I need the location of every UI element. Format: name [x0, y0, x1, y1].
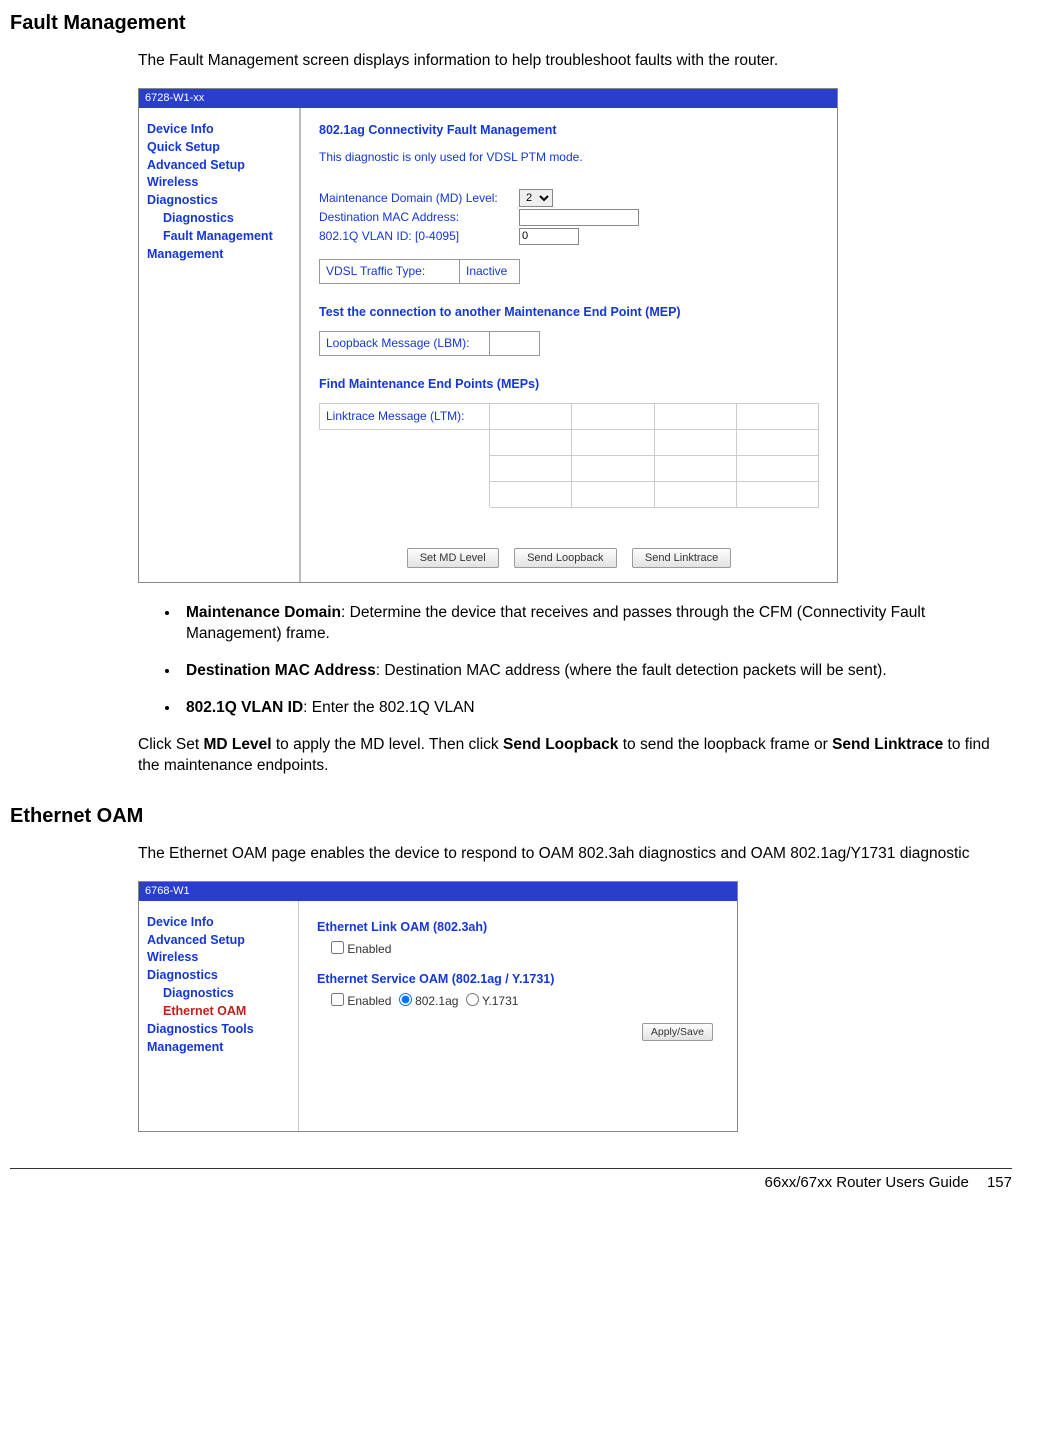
intro-oam: The Ethernet OAM page enables the device… — [138, 844, 1012, 865]
main-subtext: This diagnostic is only used for VDSL PT… — [319, 149, 819, 165]
sidebar2-diagnostics[interactable]: Diagnostics — [147, 967, 290, 984]
bullet-vlan-text: : Enter the 802.1Q VLAN — [303, 699, 474, 716]
sidebar2-ethernet-oam[interactable]: Ethernet OAM — [163, 1003, 290, 1020]
radio-8021ag-label: 802.1ag — [415, 994, 458, 1008]
dest-mac-input[interactable] — [519, 209, 639, 226]
lbm-table: Loopback Message (LBM): — [319, 331, 540, 356]
sidebar-item-diagnostics-sub[interactable]: Diagnostics — [163, 210, 291, 227]
link-oam-heading: Ethernet Link OAM (802.3ah) — [317, 919, 719, 936]
sidebar2-diag-tools[interactable]: Diagnostics Tools — [147, 1021, 290, 1038]
sidebar2-device-info[interactable]: Device Info — [147, 914, 290, 931]
bullet-list: Maintenance Domain: Determine the device… — [180, 603, 1012, 719]
click-t3: to send the loopback frame or — [618, 736, 832, 753]
ltm-label: Linktrace Message (LTM): — [320, 403, 490, 429]
bullet-vlan-id: 802.1Q VLAN ID: Enter the 802.1Q VLAN — [180, 698, 1012, 719]
click-t2: to apply the MD level. Then click — [272, 736, 503, 753]
sidebar: Device Info Quick Setup Advanced Setup W… — [139, 108, 301, 583]
find-heading: Find Maintenance End Points (MEPs) — [319, 376, 819, 393]
window-title: 6728-W1-xx — [139, 89, 837, 108]
md-level-select[interactable]: 2 — [519, 189, 553, 207]
screenshot-fault-management: 6728-W1-xx Device Info Quick Setup Advan… — [138, 88, 838, 584]
set-md-level-button[interactable]: Set MD Level — [407, 548, 499, 569]
sidebar-item-device-info[interactable]: Device Info — [147, 121, 291, 138]
vlan-id-input[interactable] — [519, 228, 579, 245]
send-loopback-button[interactable]: Send Loopback — [514, 548, 616, 569]
bullet-mac-label: Destination MAC Address — [186, 662, 376, 679]
radio-y1731-label: Y.1731 — [482, 994, 519, 1008]
page-footer: 66xx/67xx Router Users Guide 157 — [10, 1173, 1012, 1193]
apply-save-button[interactable]: Apply/Save — [642, 1023, 713, 1041]
footer-guide-title: 66xx/67xx Router Users Guide — [765, 1174, 969, 1191]
main-heading: 802.1ag Connectivity Fault Management — [319, 122, 819, 139]
lbm-value — [490, 331, 540, 355]
click-b3: Send Linktrace — [832, 736, 943, 753]
test-heading: Test the connection to another Maintenan… — [319, 304, 819, 321]
radio-y1731[interactable] — [466, 993, 479, 1006]
link-oam-enabled-label: Enabled — [347, 942, 391, 956]
heading-ethernet-oam: Ethernet OAM — [10, 803, 1012, 830]
button-row: Set MD Level Send Loopback Send Linktrac… — [319, 548, 819, 569]
send-linktrace-button[interactable]: Send Linktrace — [632, 548, 731, 569]
heading-fault-management: Fault Management — [10, 10, 1012, 37]
traffic-type-value: Inactive — [460, 259, 520, 283]
click-b2: Send Loopback — [503, 736, 618, 753]
lbm-label: Loopback Message (LBM): — [320, 331, 490, 355]
main-panel-2: Ethernet Link OAM (802.3ah) Enabled Ethe… — [299, 901, 737, 1131]
traffic-type-table: VDSL Traffic Type: Inactive — [319, 259, 520, 284]
dest-mac-label: Destination MAC Address: — [319, 209, 519, 225]
traffic-type-label: VDSL Traffic Type: — [320, 259, 460, 283]
sidebar-item-fault-management[interactable]: Fault Management — [163, 228, 291, 245]
sidebar-item-diagnostics[interactable]: Diagnostics — [147, 192, 291, 209]
service-oam-enabled-label: Enabled — [347, 994, 391, 1008]
main-panel: 802.1ag Connectivity Fault Management Th… — [301, 108, 837, 583]
window-title-2: 6768-W1 — [139, 882, 737, 901]
sidebar-item-quick-setup[interactable]: Quick Setup — [147, 139, 291, 156]
bullet-vlan-label: 802.1Q VLAN ID — [186, 699, 303, 716]
sidebar2-wireless[interactable]: Wireless — [147, 949, 290, 966]
radio-8021ag[interactable] — [399, 993, 412, 1006]
screenshot-ethernet-oam: 6768-W1 Device Info Advanced Setup Wirel… — [138, 881, 738, 1132]
intro-fm: The Fault Management screen displays inf… — [138, 51, 1012, 72]
vlan-id-label: 802.1Q VLAN ID: [0-4095] — [319, 228, 519, 244]
link-oam-enabled-checkbox[interactable] — [331, 941, 344, 954]
sidebar2-advanced-setup[interactable]: Advanced Setup — [147, 932, 290, 949]
bullet-destination-mac: Destination MAC Address: Destination MAC… — [180, 661, 1012, 682]
service-oam-enabled-checkbox[interactable] — [331, 993, 344, 1006]
bullet-maintenance-domain: Maintenance Domain: Determine the device… — [180, 603, 1012, 645]
sidebar-2: Device Info Advanced Setup Wireless Diag… — [139, 901, 299, 1131]
sidebar2-management[interactable]: Management — [147, 1039, 290, 1056]
sidebar-item-management[interactable]: Management — [147, 246, 291, 263]
bullet-mac-text: : Destination MAC address (where the fau… — [376, 662, 887, 679]
sidebar2-diagnostics-sub[interactable]: Diagnostics — [163, 985, 290, 1002]
sidebar-item-wireless[interactable]: Wireless — [147, 174, 291, 191]
md-level-label: Maintenance Domain (MD) Level: — [319, 190, 519, 206]
click-instructions: Click Set MD Level to apply the MD level… — [138, 735, 1012, 777]
sidebar-item-advanced-setup[interactable]: Advanced Setup — [147, 157, 291, 174]
footer-page-number: 157 — [987, 1174, 1012, 1191]
service-oam-heading: Ethernet Service OAM (802.1ag / Y.1731) — [317, 971, 719, 988]
click-b1: MD Level — [203, 736, 271, 753]
bullet-md-label: Maintenance Domain — [186, 604, 341, 621]
ltm-table: Linktrace Message (LTM): — [319, 403, 819, 508]
footer-rule — [10, 1168, 1012, 1169]
click-t1: Click Set — [138, 736, 203, 753]
